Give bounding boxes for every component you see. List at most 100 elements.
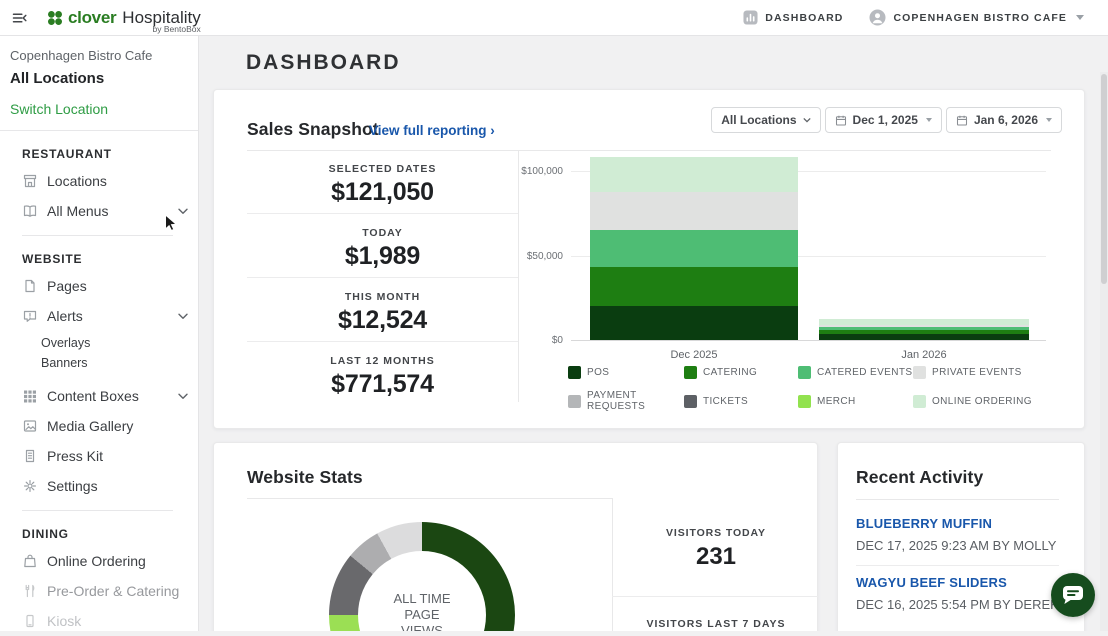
nav-dashboard-label: DASHBOARD <box>765 11 844 24</box>
location-filter-value: All Locations <box>721 113 797 127</box>
legend-swatch <box>568 366 581 379</box>
alert-bubble-icon <box>23 310 37 322</box>
x-axis-label: Jan 2026 <box>901 349 947 361</box>
nav-dashboard[interactable]: DASHBOARD <box>743 10 843 25</box>
image-icon <box>23 420 37 432</box>
legend-item-payment-requests: PAYMENT REQUESTS <box>568 390 684 412</box>
sidebar-item-content-boxes[interactable]: Content Boxes <box>0 381 198 411</box>
legend-item-private-events: PRIVATE EVENTS <box>913 366 1083 379</box>
sidebar-item-alerts[interactable]: Alerts <box>0 301 198 331</box>
scrollbar-thumb[interactable] <box>1101 74 1107 284</box>
sidebar-item-all-menus[interactable]: All Menus <box>0 196 198 226</box>
activity-item-link[interactable]: BLUEBERRY MUFFIN <box>856 516 1059 531</box>
avatar-icon <box>869 9 886 26</box>
legend-label: CATERED EVENTS <box>817 367 913 378</box>
stat-label: THIS MONTH <box>344 291 421 303</box>
sales-snapshot-title: Sales Snapshot <box>247 119 379 139</box>
x-axis-label: Dec 2025 <box>670 349 718 361</box>
sales-bar-chart: $0 $50,000 $100,000 Dec 2025 Jan 2026 <box>521 154 1046 361</box>
sidebar-subitem-overlays[interactable]: Overlays <box>0 333 198 353</box>
sidebar-item-kiosk[interactable]: Kiosk <box>0 606 198 636</box>
legend-item-online-ordering: ONLINE ORDERING <box>913 390 1083 412</box>
sidebar-location-name: Copenhagen Bistro Cafe <box>10 48 153 63</box>
start-date-value: Dec 1, 2025 <box>852 113 918 127</box>
sidebar-item-online-ordering[interactable]: Online Ordering <box>0 546 198 576</box>
sidebar-subitem-label: Banners <box>41 356 88 370</box>
activity-item-meta: DEC 16, 2025 5:54 PM BY DEREK <box>856 597 1059 612</box>
view-full-reporting-link[interactable]: View full reporting › <box>369 123 495 138</box>
switch-location-link[interactable]: Switch Location <box>10 101 188 117</box>
legend-item-pos: POS <box>568 366 684 379</box>
y-axis-tick-label: $0 <box>551 335 563 346</box>
sidebar-item-settings[interactable]: Settings <box>0 471 198 501</box>
location-filter-dropdown[interactable]: All Locations <box>711 107 821 133</box>
sidebar: Copenhagen Bistro Cafe All Locations Swi… <box>0 36 199 631</box>
activity-item-meta: DEC 17, 2025 9:23 AM BY MOLLY <box>856 538 1057 553</box>
sidebar-item-press-kit[interactable]: Press Kit <box>0 441 198 471</box>
collapse-sidebar-button[interactable] <box>0 0 38 36</box>
press-document-icon <box>25 449 35 463</box>
end-date-picker[interactable]: Jan 6, 2026 <box>945 107 1062 133</box>
sidebar-item-locations[interactable]: Locations <box>0 166 198 196</box>
sidebar-section-restaurant: RESTAURANT <box>22 147 112 161</box>
scrollbar-track[interactable] <box>1100 72 1108 631</box>
brand-logo[interactable]: clover Hospitality by BentoBox <box>46 0 201 36</box>
clover-logo-icon <box>48 11 62 25</box>
legend-label: TICKETS <box>703 395 749 407</box>
chevron-down-icon <box>802 117 811 123</box>
online-ordering-bag-icon <box>24 554 36 568</box>
stat-label: LAST 12 MONTHS <box>330 355 435 367</box>
donut-hole: ALL TIME PAGE VIEWS <box>358 551 486 631</box>
legend-item-catered-events: CATERED EVENTS <box>798 366 913 379</box>
website-stats-card: Website Stats ALL TIME PAGE VIEWS VISITO… <box>213 442 819 631</box>
visitors-today-stat: VISITORS TODAY 231 <box>613 498 819 596</box>
legend-label: MERCH <box>817 395 856 407</box>
chevron-down-icon[interactable] <box>178 313 188 320</box>
sidebar-subitem-banners[interactable]: Banners <box>0 353 198 373</box>
sidebar-section-website: WEBSITE <box>22 252 83 266</box>
stat-value: $12,524 <box>338 306 427 334</box>
start-date-picker[interactable]: Dec 1, 2025 <box>824 107 942 133</box>
activity-item: WAGYU BEEF SLIDERS DEC 16, 2025 5:54 PM … <box>856 566 1059 624</box>
sidebar-item-label: Kiosk <box>47 613 82 629</box>
bar-segment-private-events <box>590 192 798 231</box>
sidebar-scope-label: All Locations <box>10 70 105 87</box>
dashboard-grid-icon <box>743 10 758 25</box>
stat-value: $771,574 <box>331 370 434 398</box>
legend-swatch <box>798 366 811 379</box>
chevron-down-icon <box>1076 15 1084 20</box>
stat-last-12-months: LAST 12 MONTHS $771,574 <box>247 342 518 406</box>
sidebar-item-pages[interactable]: Pages <box>0 271 198 301</box>
activity-item-link[interactable]: WAGYU BEEF SLIDERS <box>856 575 1059 590</box>
page-views-donut-chart: ALL TIME PAGE VIEWS <box>329 522 515 631</box>
donut-center-label: ALL TIME PAGE VIEWS <box>393 591 451 631</box>
storefront-icon <box>23 174 37 188</box>
stacked-bar-dec-2025 <box>590 156 798 340</box>
legend-swatch <box>913 366 926 379</box>
sales-snapshot-card: Sales Snapshot View full reporting › All… <box>213 89 1085 429</box>
divider <box>247 498 612 499</box>
divider <box>612 596 819 597</box>
sidebar-item-label: Pre-Order & Catering <box>47 583 180 599</box>
legend-label: PRIVATE EVENTS <box>932 367 1022 378</box>
account-menu[interactable]: COPENHAGEN BISTRO CAFE <box>869 9 1084 26</box>
stat-selected-dates: SELECTED DATES $121,050 <box>247 150 518 214</box>
recent-activity-list: BLUEBERRY MUFFIN DEC 17, 2025 9:23 AM BY… <box>856 507 1059 624</box>
chevron-down-icon[interactable] <box>178 208 188 215</box>
legend-label: PAYMENT REQUESTS <box>587 390 646 412</box>
chat-fab-button[interactable] <box>1051 573 1095 617</box>
sidebar-nav: RESTAURANT Locations All Menus WEBSITE Pages… <box>0 147 198 636</box>
activity-item: BLUEBERRY MUFFIN DEC 17, 2025 9:23 AM BY… <box>856 507 1059 566</box>
visitors-week-stat: VISITORS LAST 7 DAYS <box>613 618 819 630</box>
sidebar-item-label: Content Boxes <box>47 388 139 404</box>
sidebar-item-pre-order-catering[interactable]: Pre-Order & Catering <box>0 576 198 606</box>
chevron-down-icon[interactable] <box>178 393 188 400</box>
content-grid-icon <box>24 390 36 403</box>
sidebar-divider <box>0 130 198 131</box>
visitors-today-value: 231 <box>695 543 737 570</box>
page-icon <box>25 279 35 293</box>
view-full-reporting-label: View full reporting <box>369 123 487 138</box>
recent-activity-title: Recent Activity <box>856 467 984 487</box>
sidebar-item-media-gallery[interactable]: Media Gallery <box>0 411 198 441</box>
gridline <box>571 340 1046 341</box>
